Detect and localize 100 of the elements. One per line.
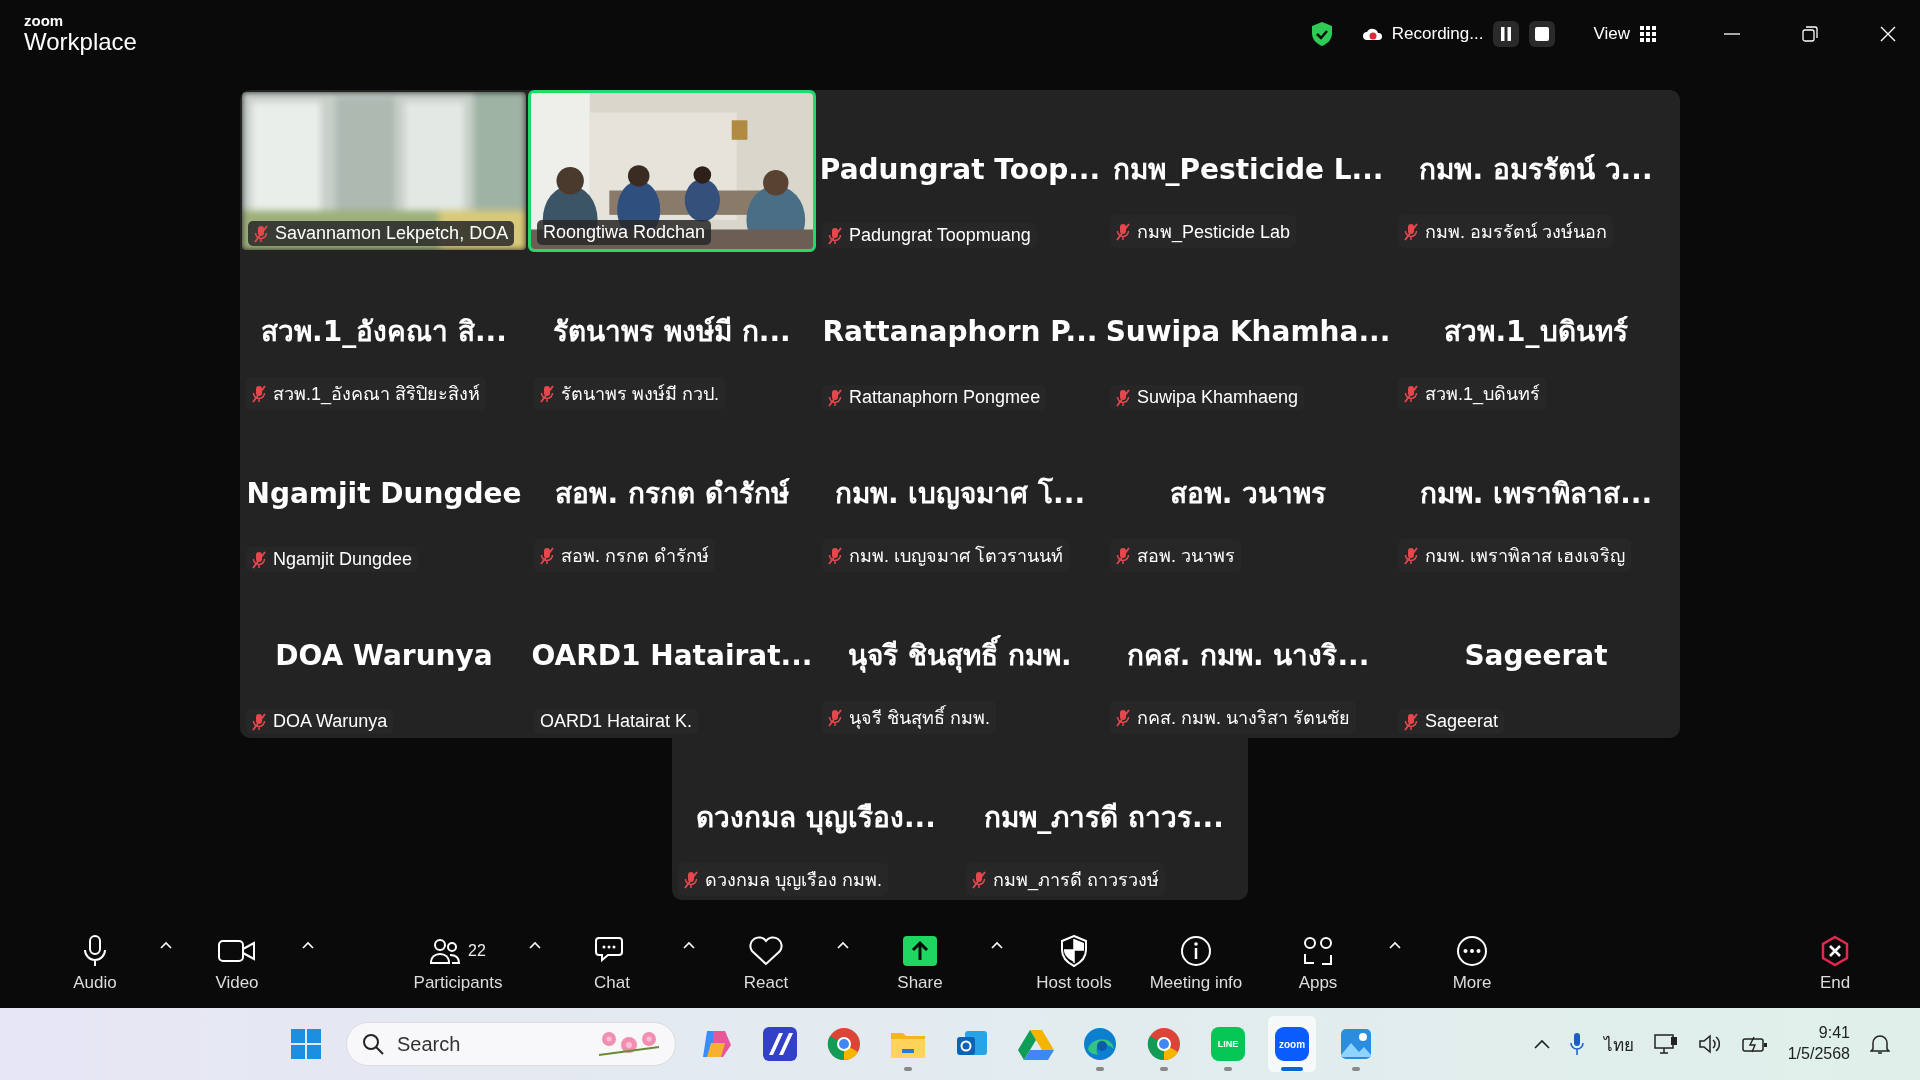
view-button[interactable]: View	[1587, 22, 1662, 45]
participant-name: กมพ. เพราพิลาส...	[1419, 476, 1653, 512]
windows-icon	[291, 1029, 321, 1059]
network-icon[interactable]	[1653, 1033, 1678, 1055]
host-button[interactable]: Host tools	[1019, 929, 1129, 997]
apps-button[interactable]: Apps	[1263, 929, 1373, 997]
participant-tile[interactable]: สวพ.1_อังคณา สิ... สวพ.1_อังคณา สิริปิยะสิงห์	[240, 252, 528, 414]
brand-small: zoom	[24, 13, 65, 28]
participant-tile[interactable]: กมพ_ภารดี ถาวร... กมพ_ภารดี ถาวรวงษ์	[960, 738, 1248, 900]
caret-icon	[160, 941, 172, 949]
bell-icon[interactable]	[1870, 1033, 1890, 1055]
participant-name: สวพ.1_บดินทร์	[1444, 314, 1628, 350]
chevron-up-icon[interactable]	[1533, 1039, 1550, 1049]
caret-icon	[529, 941, 541, 949]
battery-icon[interactable]	[1741, 1035, 1768, 1053]
participant-name: กมพ_Pesticide L...	[1112, 152, 1384, 188]
audio-button[interactable]: Audio	[40, 929, 150, 997]
end-icon	[1819, 935, 1851, 967]
participant-name: กมพ. อมรรัตน์ ว...	[1419, 152, 1653, 188]
name-label: สอพ. กรกต ดำรักษ์	[561, 545, 709, 568]
name-label: กมพ. อมรรัตน์ วงษ์นอก	[1425, 221, 1607, 244]
shield-check-icon[interactable]	[1309, 20, 1334, 47]
participant-tile[interactable]: Padungrat Toop... Padungrat Toopmuang	[816, 90, 1104, 252]
microphone-icon[interactable]	[1569, 1032, 1584, 1056]
participant-tile[interactable]: กมพ. เพราพิลาส... กมพ. เพราพิลาส เฮงเจริญ	[1392, 414, 1680, 576]
participant-tile[interactable]: สวพ.1_บดินทร์ สวพ.1_บดินทร์	[1392, 252, 1680, 414]
name-label: Roongtiwa Rodchan	[543, 222, 706, 243]
name-label: Savannamon Lekpetch, DOA	[275, 223, 509, 244]
close-icon[interactable]	[1880, 25, 1896, 42]
clock[interactable]: 9:41 1/5/2568	[1787, 1023, 1850, 1065]
participant-tile[interactable]: DOA Warunya DOA Warunya	[240, 576, 528, 738]
more-icon	[1456, 935, 1488, 967]
name-label: กคส. กมพ. นางริสา รัตนชัย	[1137, 707, 1350, 730]
name-label: นุจรี ชินสุทธิ์ กมพ.	[849, 703, 990, 732]
chat-button[interactable]: Chat	[557, 929, 667, 997]
edge-icon	[1083, 1027, 1117, 1061]
participant-tile[interactable]: รัตนาพร พงษ์มี ก... รัตนาพร พงษ์มี กวป.	[528, 252, 816, 414]
participant-tile[interactable]: Suwipa Khamha... Suwipa Khamhaeng	[1104, 252, 1392, 414]
chrome-icon	[1147, 1027, 1181, 1061]
react-button[interactable]: React	[711, 929, 821, 997]
participant-tile[interactable]: Savannamon Lekpetch, DOA	[240, 90, 528, 252]
participant-tile[interactable]: กมพ. อมรรัตน์ ว... กมพ. อมรรัตน์ วงษ์นอก	[1392, 90, 1680, 252]
participant-name: Rattanaphorn P...	[822, 314, 1098, 348]
share-button[interactable]: Share	[865, 929, 975, 997]
cloud-icon	[1361, 26, 1382, 41]
video-camera-icon	[218, 939, 256, 963]
participant-tile[interactable]: ดวงกมล บุญเรือง... ดวงกมล บุญเรือง กมพ.	[672, 738, 960, 900]
stop-button[interactable]	[1529, 20, 1556, 47]
participant-name: Suwipa Khamha...	[1105, 314, 1391, 348]
participant-tile[interactable]: กมพ. เบญจมาศ โ... กมพ. เบญจมาศ โตวรานนท์	[816, 414, 1104, 576]
participant-name: สวพ.1_อังคณา สิ...	[261, 314, 507, 350]
pause-icon	[1500, 26, 1513, 41]
chrome-icon	[827, 1027, 861, 1061]
photos-icon	[1339, 1027, 1373, 1061]
zoom-app-button[interactable]: zoom	[1268, 1016, 1316, 1072]
name-label: ดวงกมล บุญเรือง กมพ.	[705, 869, 882, 893]
participant-tile[interactable]: สอพ. กรกต ดำรักษ์ สอพ. กรกต ดำรักษ์	[528, 414, 816, 576]
participant-tile[interactable]: กมพ_Pesticide L... กมพ_Pesticide Lab	[1104, 90, 1392, 252]
name-label: กมพ. เบญจมาศ โตวรานนท์	[849, 544, 1063, 568]
time-label: 9:41	[1818, 1023, 1850, 1044]
recording-status: Recording...	[1391, 23, 1484, 44]
language-indicator[interactable]: ไทย	[1603, 1030, 1634, 1058]
participant-tile[interactable]: Rattanaphorn P... Rattanaphorn Pongmee	[816, 252, 1104, 414]
end-button[interactable]: End	[1780, 929, 1890, 997]
participant-name: สอพ. วนาพร	[1169, 476, 1327, 512]
caret-icon	[1389, 941, 1401, 949]
m365-icon	[763, 1027, 797, 1061]
participant-tile[interactable]: กคส. กมพ. นางริ... กคส. กมพ. นางริสา รัตนชัย	[1104, 576, 1392, 738]
heart-icon	[748, 936, 784, 966]
name-label: Padungrat Toopmuang	[849, 225, 1031, 246]
people-icon	[430, 937, 461, 965]
participant-tile[interactable]: Ngamjit Dungdee Ngamjit Dungdee	[240, 414, 528, 576]
share-icon	[903, 936, 937, 966]
caret-icon	[991, 941, 1003, 949]
name-label: กมพ_Pesticide Lab	[1137, 221, 1291, 245]
participant-tile[interactable]: สอพ. วนาพร สอพ. วนาพร	[1104, 414, 1392, 576]
search-field[interactable]: Search	[346, 1022, 676, 1066]
participant-tile[interactable]: Roongtiwa Rodchan	[528, 90, 816, 252]
participant-name: กมพ_ภารดี ถาวร...	[984, 800, 1224, 836]
participants-button[interactable]: 22 Participants	[403, 929, 513, 997]
app-title: Workplace	[24, 30, 137, 54]
stop-icon	[1535, 26, 1550, 41]
name-label: รัตนาพร พงษ์มี กวป.	[561, 383, 719, 406]
more-button[interactable]: More	[1417, 929, 1527, 997]
grid-icon	[1640, 25, 1656, 42]
participant-tile[interactable]: Sageerat Sageerat	[1392, 576, 1680, 738]
info-button[interactable]: Meeting info	[1141, 929, 1251, 997]
restore-icon[interactable]	[1802, 25, 1818, 42]
participant-name: รัตนาพร พงษ์มี ก...	[553, 314, 791, 350]
pause-button[interactable]	[1493, 20, 1520, 47]
participant-tile[interactable]: OARD1 Hatairat... OARD1 Hatairat K.	[528, 576, 816, 738]
participant-tile[interactable]: นุจรี ชินสุทธิ์ กมพ. นุจรี ชินสุทธิ์ กมพ.	[816, 576, 1104, 738]
volume-icon[interactable]	[1697, 1034, 1722, 1054]
participant-name: Sageerat	[1464, 638, 1608, 672]
participant-name: สอพ. กรกต ดำรักษ์	[555, 476, 789, 512]
video-button[interactable]: Video	[182, 929, 292, 997]
name-label: Rattanaphorn Pongmee	[849, 387, 1041, 408]
name-label: OARD1 Hatairat K.	[540, 711, 693, 732]
name-label: สวพ.1_อังคณา สิริปิยะสิงห์	[273, 383, 481, 407]
microphone-icon	[84, 935, 106, 967]
